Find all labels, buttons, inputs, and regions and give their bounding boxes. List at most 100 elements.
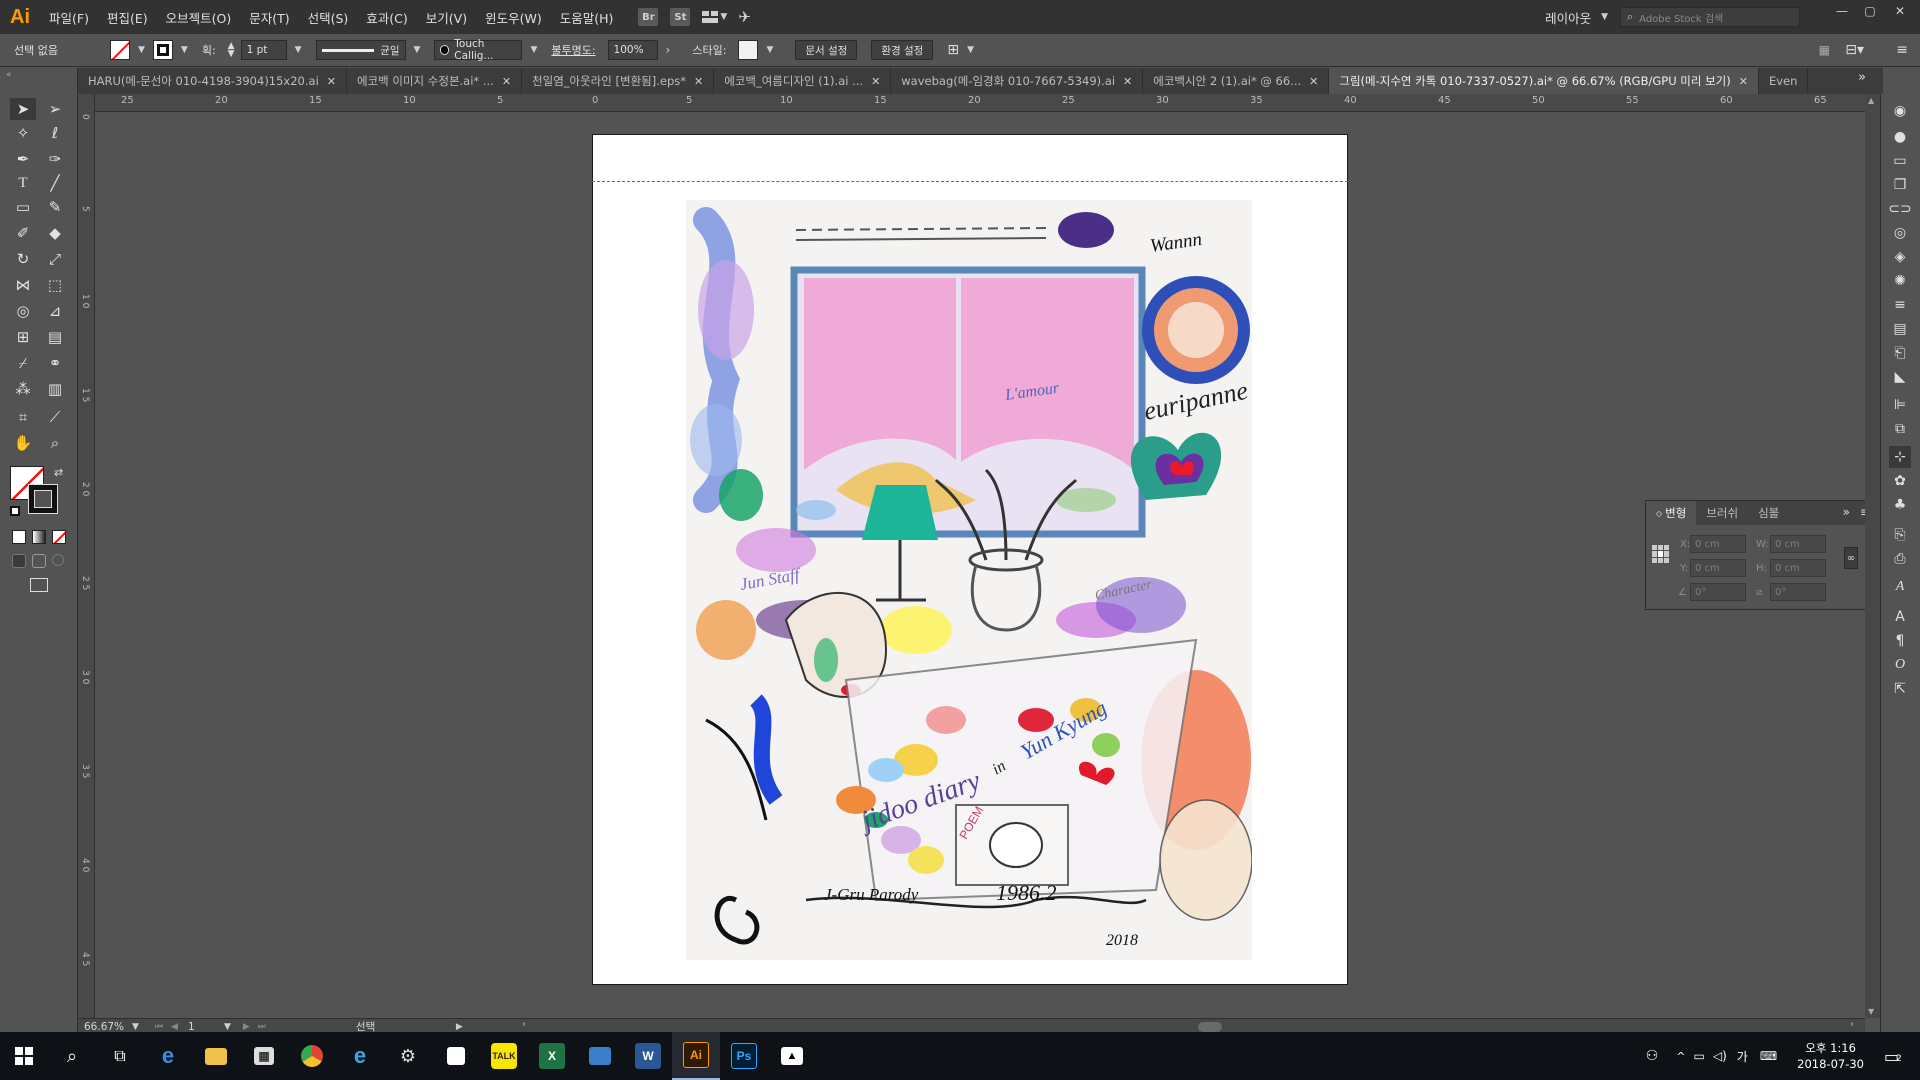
graphic-styles-icon[interactable]: ◎ [1889, 222, 1911, 244]
curvature-tool-icon[interactable]: ✑ [42, 148, 68, 170]
tab-close-icon[interactable]: ✕ [327, 75, 336, 88]
stroke-style-chevron-icon[interactable]: ▼ [412, 45, 423, 55]
document-tab[interactable]: 천일염_아웃라인 [변환됨].eps* ✕ [522, 68, 715, 94]
gear-icon[interactable]: ⚙ [384, 1032, 432, 1080]
gpu-performance-icon[interactable]: ✈ [738, 8, 751, 26]
search-icon[interactable]: ⌕ [48, 1032, 96, 1080]
gradient-icon[interactable]: ▭ [1889, 150, 1911, 172]
perspective-grid-tool-icon[interactable]: ⊿ [42, 300, 68, 322]
asset-export-icon[interactable]: ⎗ [1889, 342, 1911, 364]
artboard-dropdown-icon[interactable]: ▼ [222, 1022, 233, 1032]
none-mode-icon[interactable] [52, 530, 66, 544]
network-icon[interactable]: ▭ [1694, 1049, 1705, 1063]
tab-brushes[interactable]: 브러쉬 [1696, 501, 1748, 525]
tab-transform[interactable]: ◇ 변형 [1646, 501, 1697, 525]
preferences-button[interactable]: 환경 설정 [871, 40, 934, 60]
draw-inside-icon[interactable] [52, 554, 64, 566]
blend-tool-icon[interactable]: ⚭ [42, 352, 68, 374]
tab-symbols[interactable]: 심볼 [1748, 501, 1789, 525]
sticky-notes-icon[interactable] [432, 1032, 480, 1080]
selection-tool-icon[interactable]: ➤ [10, 98, 36, 120]
ime-indicator[interactable]: 가 [1737, 1048, 1748, 1065]
h-field[interactable]: 0 cm [1770, 559, 1826, 577]
start-button[interactable] [0, 1032, 48, 1080]
maximize-button[interactable]: ▢ [1856, 0, 1884, 22]
graphic-style-swatch[interactable] [738, 40, 759, 60]
draw-normal-icon[interactable] [12, 554, 26, 568]
layers-icon[interactable]: ◈ [1889, 246, 1911, 268]
panel-collapse-icon[interactable]: « [6, 70, 12, 80]
tab-overflow-icon[interactable]: » [1858, 70, 1866, 85]
direct-selection-tool-icon[interactable]: ➢ [42, 98, 68, 120]
document-tab[interactable]: wavebag(메-임경화 010-7667-5349).ai ✕ [891, 68, 1144, 94]
document-setup-button[interactable]: 문서 설정 [795, 40, 858, 60]
stroke-weight-dropdown-icon[interactable]: ▼ [293, 45, 304, 55]
document-tab-active[interactable]: 그림(메-지수연 카톡 010-7337-0527).ai* @ 66.67% … [1329, 68, 1759, 94]
transform-panel-icon[interactable]: ⊹ [1889, 446, 1911, 468]
document-tab[interactable]: 에코백시안 2 (1).ai* @ 66... ✕ [1143, 68, 1330, 94]
stroke-dropdown-icon[interactable]: ▼ [179, 45, 190, 55]
stock-search-input[interactable]: ⌕ Adobe Stock 검색 [1620, 7, 1800, 27]
people-icon[interactable]: ⚇ [1646, 1048, 1659, 1064]
eraser-tool-icon[interactable]: ◆ [42, 222, 68, 244]
stroke-stepper-icon[interactable]: ▲ ▼ [228, 42, 235, 59]
opentype-icon[interactable]: O [1889, 654, 1911, 676]
color-guide-icon[interactable]: ◉ [1889, 100, 1911, 122]
internet-explorer-icon[interactable]: e [336, 1032, 384, 1080]
document-tab[interactable]: 에코백 이미지 수정본.ai* ... ✕ [347, 68, 523, 94]
remote-desktop-icon[interactable] [576, 1032, 624, 1080]
photoshop-taskbar-icon[interactable]: Ps [720, 1032, 768, 1080]
magic-wand-tool-icon[interactable]: ✧ [10, 122, 36, 144]
status-menu-icon[interactable]: ▶ [456, 1022, 463, 1032]
appearance-icon[interactable]: ❐ [1889, 174, 1911, 196]
tab-close-icon[interactable]: ✕ [1123, 75, 1132, 88]
w-field[interactable]: 0 cm [1770, 535, 1826, 553]
arrange-icon[interactable]: ▦ [1819, 43, 1830, 57]
swap-fill-stroke-icon[interactable]: ⇄ [54, 466, 63, 479]
tab-close-icon[interactable]: ✕ [694, 75, 703, 88]
word-icon[interactable]: W [624, 1032, 672, 1080]
fill-dropdown-icon[interactable]: ▼ [136, 45, 147, 55]
edge-icon[interactable]: e [144, 1032, 192, 1080]
document-tab[interactable]: HARU(메-문선아 010-4198-3904)15x20.ai ✕ [78, 68, 347, 94]
pathfinder-icon[interactable]: ⧉ [1889, 418, 1911, 440]
previous-artboard-icon[interactable]: ◀ [171, 1022, 178, 1032]
tray-expand-icon[interactable]: ^ [1676, 1050, 1685, 1063]
color-icon[interactable]: ● [1889, 126, 1911, 148]
panel-expand-icon[interactable]: » [1843, 505, 1850, 519]
x-field[interactable]: 0 cm [1690, 535, 1746, 553]
vertical-scrollbar[interactable]: ▲ ▼ [1865, 94, 1880, 1018]
pen-tool-icon[interactable]: ✒ [10, 148, 36, 170]
next-artboard-icon[interactable]: ▶ [243, 1022, 250, 1032]
horizontal-scroll-thumb[interactable] [1198, 1022, 1222, 1032]
artboards-icon[interactable]: ⎘ [1889, 524, 1911, 546]
paintbrush-tool-icon[interactable]: ✎ [42, 196, 68, 218]
libraries-icon[interactable]: ✺ [1889, 270, 1911, 292]
store-icon[interactable]: ▦ [240, 1032, 288, 1080]
character-styles-icon[interactable]: A [1889, 576, 1911, 598]
first-artboard-icon[interactable]: ⏮ [155, 1022, 163, 1032]
gradient-mode-icon[interactable] [32, 530, 46, 544]
zoom-tool-icon[interactable]: ⌕ [42, 432, 68, 454]
column-graph-tool-icon[interactable]: ▥ [42, 378, 68, 400]
illustrator-taskbar-icon[interactable]: Ai [672, 1032, 720, 1080]
reference-point-icon[interactable] [1652, 545, 1670, 563]
align-panel-icon[interactable]: ⊫ [1889, 394, 1911, 416]
notification-center-icon[interactable]: ▭ 2 [1884, 1047, 1920, 1066]
control-menu-icon[interactable]: ≡ [1896, 42, 1908, 58]
last-artboard-icon[interactable]: ⏭ [258, 1022, 266, 1032]
bridge-button[interactable]: Br [638, 8, 659, 26]
opacity-chevron-icon[interactable]: › [664, 43, 673, 57]
artwork-illustration[interactable]: Wannn L'amour euripanne Jun Staff Charac… [686, 200, 1252, 960]
free-transform-tool-icon[interactable]: ⬚ [42, 274, 68, 296]
menu-window[interactable]: 윈도우(W) [476, 0, 551, 34]
draw-behind-icon[interactable] [32, 554, 46, 568]
lasso-tool-icon[interactable]: ℓ [42, 122, 68, 144]
keyboard-icon[interactable]: ⌨ [1760, 1049, 1777, 1063]
kakaotalk-icon[interactable]: TALK [480, 1032, 528, 1080]
minimize-button[interactable]: — [1828, 0, 1856, 22]
mesh-tool-icon[interactable]: ⊞ [10, 326, 36, 348]
stroke-weight-field[interactable]: 1 pt [240, 40, 287, 60]
navigator-icon[interactable]: ⎙ [1889, 548, 1911, 570]
artboard-number-field[interactable]: 1 [188, 1021, 222, 1033]
